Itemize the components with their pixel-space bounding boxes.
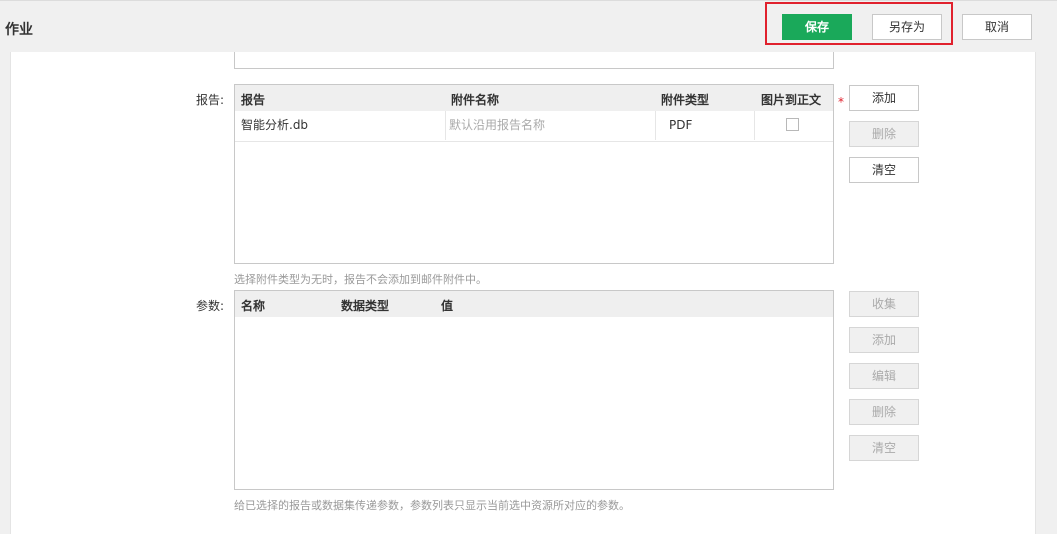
report-add-button[interactable]: 添加 <box>849 85 919 111</box>
report-hint-text: 选择附件类型为无时，报告不会添加到邮件附件中。 <box>234 273 487 286</box>
image-to-body-checkbox[interactable] <box>786 118 799 131</box>
params-add-button[interactable]: 添加 <box>849 327 919 353</box>
report-delete-button[interactable]: 删除 <box>849 121 919 147</box>
column-header-attachment-name: 附件名称 <box>451 93 500 107</box>
column-header-attachment-type: 附件类型 <box>661 93 710 107</box>
table-row[interactable]: 智能分析.db 默认沿用报告名称 PDF <box>235 111 833 142</box>
report-name-cell: 智能分析.db <box>241 118 309 132</box>
params-edit-button[interactable]: 编辑 <box>849 363 919 389</box>
column-header-data-type: 数据类型 <box>341 299 390 313</box>
params-collect-button[interactable]: 收集 <box>849 291 919 317</box>
report-clear-button[interactable]: 清空 <box>849 157 919 183</box>
column-header-report: 报告 <box>241 93 266 107</box>
attachment-type-select[interactable]: PDF <box>655 111 755 140</box>
save-as-button[interactable]: 另存为 <box>872 14 942 40</box>
params-table-header: 名称 数据类型 值 <box>235 291 833 317</box>
previous-field-input[interactable] <box>234 52 834 69</box>
attachment-name-input[interactable]: 默认沿用报告名称 <box>445 111 655 140</box>
params-hint-text: 给已选择的报告或数据集传递参数，参数列表只显示当前选中资源所对应的参数。 <box>234 499 630 512</box>
cancel-button[interactable]: 取消 <box>962 14 1032 40</box>
params-clear-button[interactable]: 清空 <box>849 435 919 461</box>
required-mark: * <box>838 95 844 109</box>
report-table-header: 报告 附件名称 附件类型 图片到正文 <box>235 85 833 111</box>
params-label: 参数: <box>195 299 224 313</box>
report-label: 报告: <box>195 93 224 107</box>
save-button[interactable]: 保存 <box>782 14 852 40</box>
column-header-value: 值 <box>441 299 454 313</box>
report-table: 报告 附件名称 附件类型 图片到正文 智能分析.db 默认沿用报告名称 PDF <box>234 84 834 264</box>
column-header-name: 名称 <box>241 299 266 313</box>
page-title: 作业 <box>5 22 33 38</box>
params-delete-button[interactable]: 删除 <box>849 399 919 425</box>
params-table: 名称 数据类型 值 <box>234 290 834 490</box>
column-header-image-to-body: 图片到正文 <box>761 93 822 107</box>
